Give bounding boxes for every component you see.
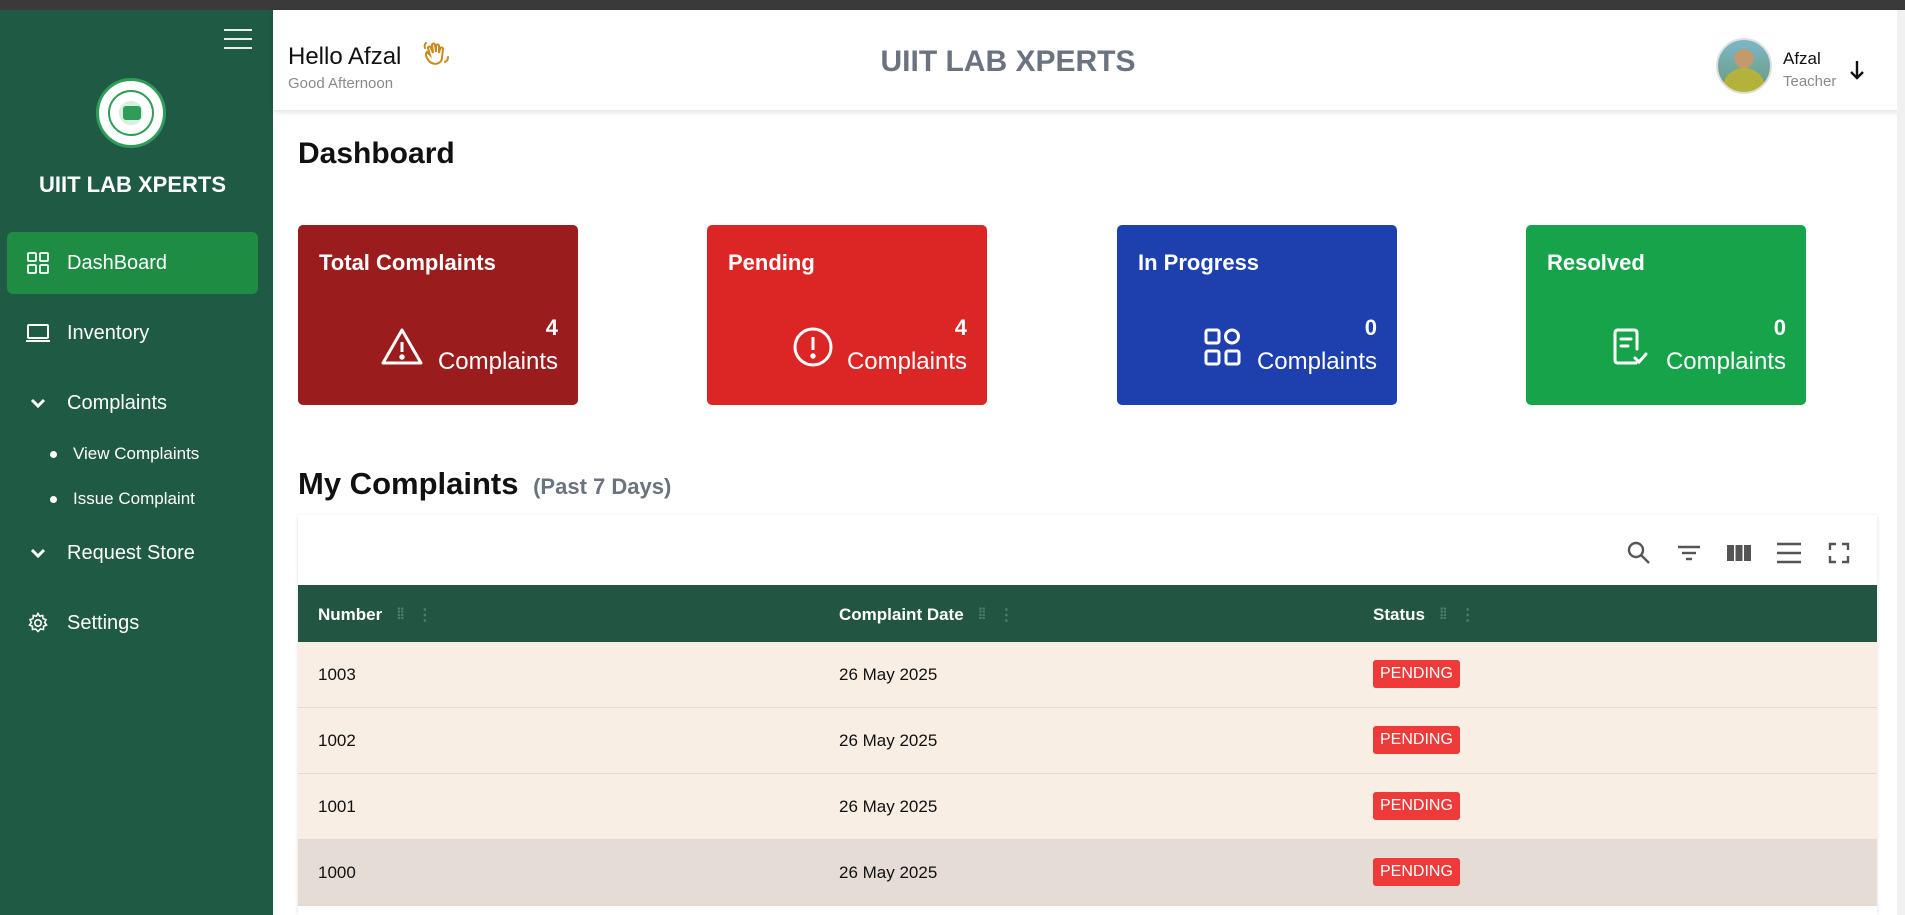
section-subtitle: (Past 7 Days) xyxy=(533,474,672,499)
column-header-complaint-date[interactable]: Complaint Date ⁞⁞ ⋮ xyxy=(839,605,1014,625)
status-badge: PENDING xyxy=(1373,660,1460,688)
warning-icon xyxy=(380,325,424,369)
sidebar-item-label: DashBoard xyxy=(67,251,168,274)
column-header-label: Status xyxy=(1373,605,1425,624)
table-row[interactable]: 1000 26 May 2025 PENDING xyxy=(298,840,1877,906)
grid-icon xyxy=(25,250,51,276)
menu-toggle-icon[interactable] xyxy=(224,24,252,52)
clipboard-check-icon xyxy=(1608,325,1652,369)
page-scrollbar[interactable] xyxy=(1897,10,1905,915)
column-menu-icon[interactable]: ⋮ xyxy=(998,605,1014,625)
columns-icon[interactable] xyxy=(1726,540,1752,566)
bullet-icon xyxy=(50,495,57,503)
cell-number: 1003 xyxy=(318,665,356,684)
table-row[interactable]: 1001 26 May 2025 PENDING xyxy=(298,774,1877,840)
bullet-icon xyxy=(50,450,57,458)
brand-logo xyxy=(96,78,166,148)
laptop-icon xyxy=(25,320,51,346)
top-header: Hello Afzal Good Afternoon UIIT LAB XPER… xyxy=(273,10,1905,110)
column-header-status[interactable]: Status ⁞⁞ ⋮ xyxy=(1373,605,1476,625)
column-header-label: Complaint Date xyxy=(839,605,964,624)
sidebar-subitem-label: View Complaints xyxy=(73,444,200,463)
cell-number: 1001 xyxy=(318,797,356,816)
sidebar-subitem-issue-complaint[interactable]: Issue Complaint xyxy=(50,489,195,509)
sidebar-item-request-store[interactable]: Request Store xyxy=(7,522,258,584)
cell-date: 26 May 2025 xyxy=(839,731,938,750)
sidebar-item-settings[interactable]: Settings xyxy=(7,592,258,654)
table-header: Number ⁞⁞ ⋮ Complaint Date ⁞⁞ ⋮ Status ⁞… xyxy=(298,585,1877,642)
filter-icon[interactable] xyxy=(1676,540,1702,566)
stat-card-pending[interactable]: Pending 4 Complaints xyxy=(707,225,987,405)
card-count: 4 xyxy=(545,315,558,340)
card-title: Pending xyxy=(728,250,815,275)
card-count: 4 xyxy=(954,315,967,340)
user-name: Afzal xyxy=(1783,49,1821,68)
column-header-label: Number xyxy=(318,605,383,624)
alert-circle-icon xyxy=(791,325,835,369)
cell-date: 26 May 2025 xyxy=(839,797,938,816)
user-role: Teacher xyxy=(1783,73,1837,90)
card-count: 0 xyxy=(1364,315,1377,340)
cell-number: 1000 xyxy=(318,863,356,882)
card-title: In Progress xyxy=(1138,250,1260,275)
card-label: Complaints xyxy=(846,348,967,375)
grid-icon xyxy=(1201,325,1245,369)
gear-icon xyxy=(25,610,51,636)
sidebar-item-complaints[interactable]: Complaints xyxy=(7,372,258,434)
column-menu-icon[interactable]: ⋮ xyxy=(1460,605,1476,625)
sort-handle-icon[interactable]: ⁞⁞ xyxy=(978,606,987,624)
cell-number: 1002 xyxy=(318,731,356,750)
card-count: 0 xyxy=(1773,315,1786,340)
sort-handle-icon[interactable]: ⁞⁞ xyxy=(396,606,405,624)
cell-date: 26 May 2025 xyxy=(839,863,938,882)
complaints-table: Number ⁞⁞ ⋮ Complaint Date ⁞⁞ ⋮ Status ⁞… xyxy=(298,515,1877,915)
app-title: UIIT LAB XPERTS xyxy=(880,45,1136,78)
chevron-down-icon xyxy=(25,390,51,416)
section-title: My Complaints (Past 7 Days) xyxy=(298,466,671,502)
section-title-text: My Complaints xyxy=(298,466,519,501)
table-row[interactable]: 1003 26 May 2025 PENDING xyxy=(298,642,1877,708)
page-title: Dashboard xyxy=(298,137,455,170)
column-menu-icon[interactable]: ⋮ xyxy=(417,605,433,625)
sidebar-item-label: Settings xyxy=(67,611,140,634)
sidebar-subitem-view-complaints[interactable]: View Complaints xyxy=(50,444,199,464)
card-label: Complaints xyxy=(1665,348,1786,375)
density-icon[interactable] xyxy=(1776,540,1802,566)
search-icon[interactable] xyxy=(1626,540,1652,566)
table-row[interactable]: 1002 26 May 2025 PENDING xyxy=(298,708,1877,774)
card-label: Complaints xyxy=(437,348,558,375)
sidebar-item-label: Complaints xyxy=(67,391,168,414)
browser-top-strip xyxy=(0,0,1905,10)
stat-card-resolved[interactable]: Resolved 0 Complaints xyxy=(1526,225,1806,405)
chevron-down-icon xyxy=(25,540,51,566)
sidebar-item-dashboard[interactable]: DashBoard xyxy=(7,232,258,294)
card-title: Total Complaints xyxy=(319,250,496,275)
column-header-number[interactable]: Number ⁞⁞ ⋮ xyxy=(318,605,433,625)
cell-date: 26 May 2025 xyxy=(839,665,938,684)
sort-handle-icon[interactable]: ⁞⁞ xyxy=(1439,606,1448,624)
sidebar-item-inventory[interactable]: Inventory xyxy=(7,302,258,364)
sidebar-brand: UIIT LAB XPERTS xyxy=(38,172,226,197)
sidebar-subitem-label: Issue Complaint xyxy=(73,489,195,508)
avatar[interactable] xyxy=(1716,38,1772,94)
sidebar-item-label: Inventory xyxy=(67,321,150,344)
card-label: Complaints xyxy=(1256,348,1377,375)
status-badge: PENDING xyxy=(1373,858,1460,886)
arrow-down-icon[interactable] xyxy=(1847,58,1867,82)
sidebar-item-label: Request Store xyxy=(67,541,195,564)
status-badge: PENDING xyxy=(1373,792,1460,820)
card-title: Resolved xyxy=(1547,250,1645,275)
fullscreen-icon[interactable] xyxy=(1826,540,1852,566)
stat-card-in-progress[interactable]: In Progress 0 Complaints xyxy=(1117,225,1397,405)
status-badge: PENDING xyxy=(1373,726,1460,754)
stat-card-total[interactable]: Total Complaints 4 Complaints xyxy=(298,225,578,405)
sidebar: UIIT LAB XPERTS DashBoard Inventory Comp… xyxy=(0,10,273,915)
